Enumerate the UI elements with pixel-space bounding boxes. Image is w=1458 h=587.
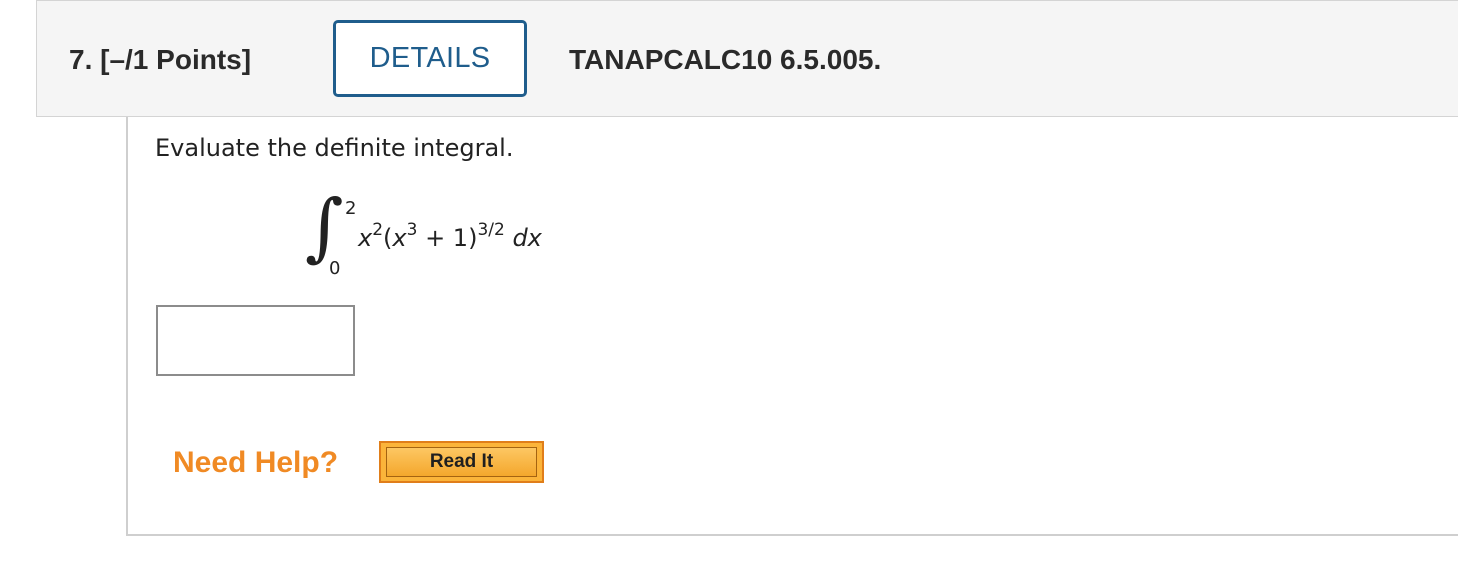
integrand-x: x [358, 224, 373, 252]
exponent-3-2: 3/2 [477, 220, 505, 240]
integrand: x2(x3 + 1)3/2 dx [358, 220, 542, 252]
question-number-points: 7. [–/1 Points] [69, 44, 252, 75]
details-button[interactable]: DETAILS [333, 20, 527, 97]
read-it-label: Read It [386, 447, 537, 477]
answer-input[interactable] [156, 305, 355, 376]
integral-sign-icon: ∫ [305, 184, 344, 270]
upper-limit: 2 [345, 198, 357, 219]
exponent-3: 3 [406, 220, 418, 240]
exponent-2: 2 [372, 220, 384, 240]
question-header: 7. [–/1 Points] DETAILS TANAPCALC10 6.5.… [36, 0, 1458, 117]
differential-dx: dx [512, 224, 542, 252]
lower-limit: 0 [329, 258, 341, 279]
integral-expression: ∫ 2 0 x2(x3 + 1)3/2 dx [305, 190, 605, 290]
read-it-button[interactable]: Read It [379, 441, 544, 483]
open-paren: ( [383, 224, 393, 252]
problem-prompt: Evaluate the definite integral. [155, 134, 514, 162]
plus-one: + 1) [417, 224, 478, 252]
need-help-label: Need Help? [173, 446, 339, 479]
integrand-x-inner: x [392, 224, 407, 252]
question-code: TANAPCALC10 6.5.005. [569, 44, 882, 75]
